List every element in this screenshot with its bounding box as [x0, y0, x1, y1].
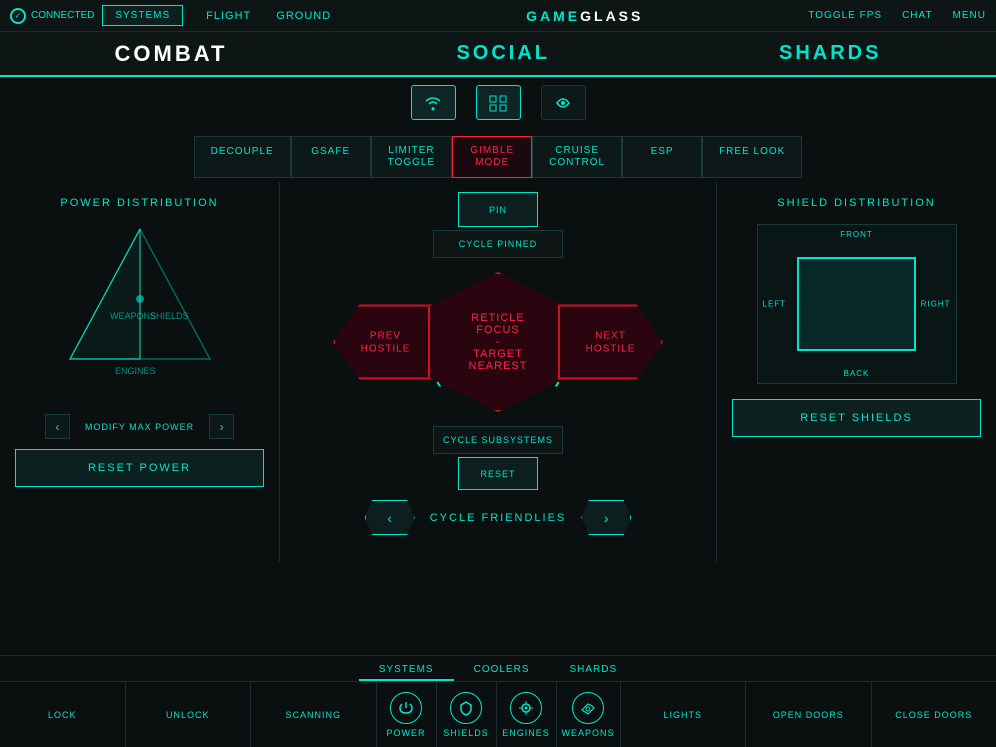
nav-combat[interactable]: COMBAT [115, 41, 228, 67]
toggle-row: DECOUPLE GSAFE LIMITERTOGGLE GIMBLEMODE … [0, 128, 996, 182]
chat-button[interactable]: CHAT [902, 10, 932, 21]
close-doors-label: CLOSE DOORS [895, 710, 972, 720]
nav-shards[interactable]: SHARDS [779, 42, 881, 65]
open-doors-label: OPEN DOORS [773, 710, 844, 720]
unlock-label: UNLOCK [166, 710, 210, 720]
left-panel: POWER DISTRIBUTION WEAPONS SHIELDS ENGIN… [0, 182, 280, 562]
shields-icon [450, 692, 482, 724]
lights-button[interactable]: LIGHTS [621, 682, 747, 747]
power-action-label: POWER [386, 728, 425, 738]
cycle-friendlies-prev-button[interactable]: ‹ [365, 500, 415, 535]
prev-hostile-button[interactable]: PREVHOSTILE [333, 305, 438, 380]
toggle-gimble[interactable]: GIMBLEMODE [452, 136, 532, 178]
app-title: GAMEGLASS [526, 8, 643, 24]
main-content: POWER DISTRIBUTION WEAPONS SHIELDS ENGIN… [0, 182, 996, 562]
power-action-button[interactable]: POWER [377, 682, 437, 747]
cycle-friendlies-next-button[interactable]: › [581, 500, 631, 535]
toggle-cruise[interactable]: CRUISECONTROL [532, 136, 622, 178]
weapons-action-button[interactable]: WEAPONS [557, 682, 621, 747]
center-panel: PIN CYCLE PINNED PREVHOSTILE ‹ › ‹ › RET… [280, 182, 716, 562]
svg-text:SHIELDS: SHIELDS [150, 311, 189, 321]
weapons-action-label: WEAPONS [562, 728, 615, 738]
grid-icon-btn[interactable] [476, 85, 521, 120]
bottom-tabs: SYSTEMS COOLERS SHARDS [0, 656, 996, 682]
nav-sub: FLIGHT GROUND [196, 8, 341, 24]
target-icon-btn[interactable] [541, 85, 586, 120]
reticle-focus-label: RETICLEFOCUS-TARGETNEAREST [469, 312, 528, 372]
connected-label: CONNECTED [31, 10, 94, 21]
shield-left-label: LEFT [763, 300, 787, 309]
close-doors-button[interactable]: CLOSE DOORS [872, 682, 996, 747]
tab-coolers[interactable]: COOLERS [454, 660, 550, 681]
cycle-friendlies-row: ‹ CYCLE FRIENDLIES › [290, 500, 706, 535]
toggle-decouple[interactable]: DECOUPLE [194, 136, 291, 178]
cycle-friendlies-label: CYCLE FRIENDLIES [430, 512, 567, 524]
engines-action-button[interactable]: ENGINES [497, 682, 557, 747]
shields-action-button[interactable]: SHIELDS [437, 682, 497, 747]
engines-icon [510, 692, 542, 724]
nav-social[interactable]: SOCIAL [456, 42, 550, 65]
reset-power-button[interactable]: RESET POWER [15, 449, 264, 487]
pin-button[interactable]: PIN [458, 192, 538, 227]
reset-shields-button[interactable]: RESET SHIELDS [732, 399, 981, 437]
shield-grid[interactable]: FRONT BACK LEFT RIGHT [757, 224, 957, 384]
lights-label: LIGHTS [664, 710, 703, 720]
svg-text:ENGINES: ENGINES [115, 366, 156, 376]
connected-icon [10, 8, 26, 24]
center-hex[interactable]: RETICLEFOCUS-TARGETNEAREST [428, 272, 568, 412]
modify-power-row: ‹ MODIFY MAX POWER › [15, 414, 264, 439]
next-hostile-button[interactable]: NEXTHOSTILE [558, 305, 663, 380]
power-decrease-button[interactable]: ‹ [45, 414, 70, 439]
connected-indicator: CONNECTED [10, 8, 94, 24]
power-increase-button[interactable]: › [209, 414, 234, 439]
modify-power-label: MODIFY MAX POWER [85, 422, 194, 432]
tab-systems[interactable]: SYSTEMS [359, 660, 454, 681]
lock-button[interactable]: LOCK [0, 682, 126, 747]
menu-button[interactable]: MENU [953, 10, 986, 21]
toggle-limiter[interactable]: LIMITERTOGGLE [371, 136, 453, 178]
wifi-icon-btn[interactable] [411, 85, 456, 120]
systems-tab[interactable]: SYSTEMS [102, 5, 183, 26]
shield-front-label: FRONT [840, 230, 873, 239]
toggle-freelook[interactable]: FREE LOOK [702, 136, 802, 178]
top-bar-right: TOGGLE FPS CHAT MENU [808, 10, 986, 21]
cycle-subsystems-button[interactable]: CYCLE SUBSYSTEMS [433, 426, 563, 454]
bottom-section: SYSTEMS COOLERS SHARDS LOCK UNLOCK SCANN… [0, 655, 996, 747]
unlock-button[interactable]: UNLOCK [126, 682, 252, 747]
power-triangle: WEAPONS SHIELDS ENGINES [50, 219, 230, 399]
top-bar-left: CONNECTED SYSTEMS FLIGHT GROUND [10, 5, 361, 26]
reticle-focus-button[interactable]: RETICLEFOCUS-TARGETNEAREST [428, 272, 568, 412]
right-panel: SHIELD DISTRIBUTION FRONT BACK LEFT RIGH… [716, 182, 996, 562]
bottom-actions: LOCK UNLOCK SCANNING POWER SHIELDS [0, 682, 996, 747]
weapons-icon [572, 692, 604, 724]
toggle-gsafe[interactable]: GSAFE [291, 136, 371, 178]
toggle-esp[interactable]: ESP [622, 136, 702, 178]
nav-main: COMBAT SOCIAL SHARDS [20, 41, 976, 67]
shield-distribution-title: SHIELD DISTRIBUTION [732, 197, 981, 209]
engines-action-label: ENGINES [502, 728, 550, 738]
combat-reset-button[interactable]: RESET [458, 457, 538, 490]
shield-back-label: BACK [844, 369, 870, 378]
nav-bar: COMBAT SOCIAL SHARDS [0, 32, 996, 77]
open-doors-button[interactable]: OPEN DOORS [746, 682, 872, 747]
icon-row [0, 77, 996, 128]
scanning-button[interactable]: SCANNING [251, 682, 377, 747]
tab-shards[interactable]: SHARDS [550, 660, 638, 681]
combat-cluster: PIN CYCLE PINNED PREVHOSTILE ‹ › ‹ › RET… [328, 192, 668, 492]
nav-ground[interactable]: GROUND [266, 8, 341, 24]
shields-action-label: SHIELDS [443, 728, 489, 738]
toggle-fps-button[interactable]: TOGGLE FPS [808, 10, 882, 21]
nav-flight[interactable]: FLIGHT [196, 8, 261, 24]
power-icon [390, 692, 422, 724]
lock-label: LOCK [48, 710, 77, 720]
shield-grid-inner [797, 257, 916, 352]
power-distribution-title: POWER DISTRIBUTION [15, 197, 264, 209]
top-bar: CONNECTED SYSTEMS FLIGHT GROUND GAMEGLAS… [0, 0, 996, 32]
scanning-label: SCANNING [285, 710, 341, 720]
cycle-pinned-button[interactable]: CYCLE PINNED [433, 230, 563, 258]
shield-right-label: RIGHT [921, 300, 951, 309]
